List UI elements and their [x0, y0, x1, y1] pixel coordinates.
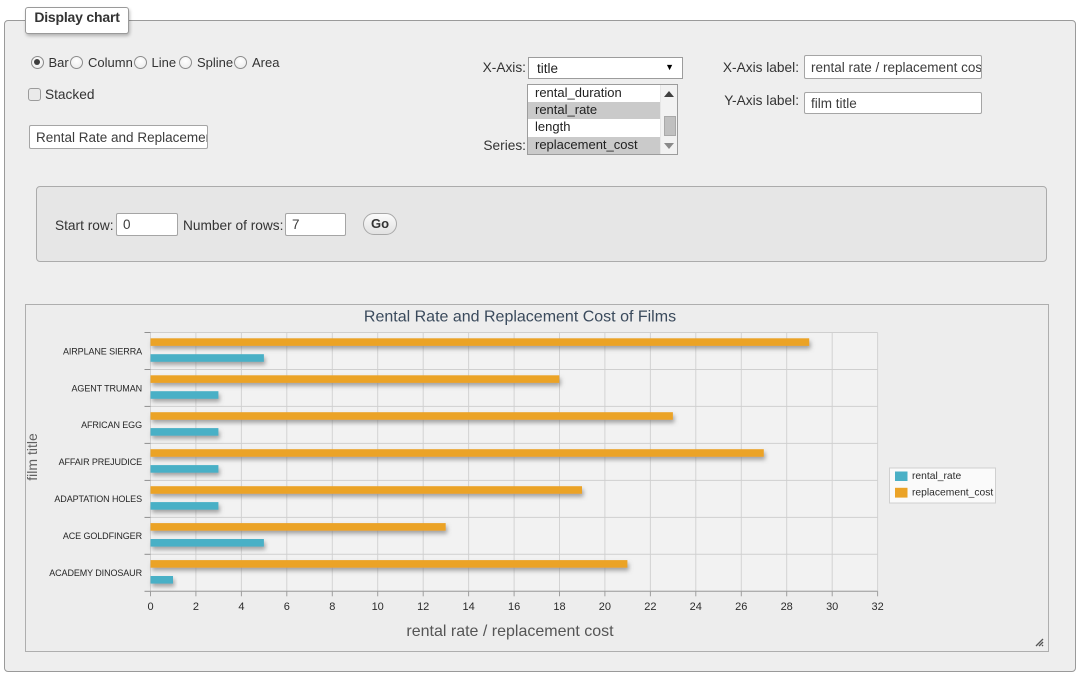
svg-text:replacement_cost: replacement_cost: [912, 488, 993, 499]
svg-text:AGENT TRUMAN: AGENT TRUMAN: [72, 383, 142, 393]
svg-text:ACE GOLDFINGER: ACE GOLDFINGER: [63, 531, 143, 541]
svg-text:ACADEMY DINOSAUR: ACADEMY DINOSAUR: [49, 568, 142, 578]
svg-text:26: 26: [735, 601, 747, 613]
svg-text:30: 30: [826, 601, 838, 613]
svg-text:rental_rate: rental_rate: [912, 471, 962, 482]
svg-text:6: 6: [284, 601, 290, 613]
svg-text:32: 32: [871, 601, 883, 613]
svg-text:AIRPLANE SIERRA: AIRPLANE SIERRA: [63, 346, 142, 356]
svg-text:24: 24: [690, 601, 702, 613]
svg-text:10: 10: [372, 601, 384, 613]
svg-text:0: 0: [147, 601, 153, 613]
svg-text:22: 22: [644, 601, 656, 613]
svg-text:4: 4: [238, 601, 244, 613]
svg-text:28: 28: [781, 601, 793, 613]
svg-text:AFFAIR PREJUDICE: AFFAIR PREJUDICE: [59, 457, 143, 467]
svg-text:rental rate / replacement cost: rental rate / replacement cost: [406, 623, 614, 640]
svg-text:8: 8: [329, 601, 335, 613]
svg-text:Rental Rate and Replacement Co: Rental Rate and Replacement Cost of Film…: [364, 309, 676, 326]
svg-text:14: 14: [462, 601, 474, 613]
svg-text:film title: film title: [26, 433, 40, 481]
svg-text:16: 16: [508, 601, 520, 613]
svg-text:18: 18: [553, 601, 565, 613]
svg-text:20: 20: [599, 601, 611, 613]
svg-text:2: 2: [193, 601, 199, 613]
svg-text:AFRICAN EGG: AFRICAN EGG: [81, 420, 142, 430]
svg-text:12: 12: [417, 601, 429, 613]
svg-text:ADAPTATION HOLES: ADAPTATION HOLES: [54, 494, 142, 504]
